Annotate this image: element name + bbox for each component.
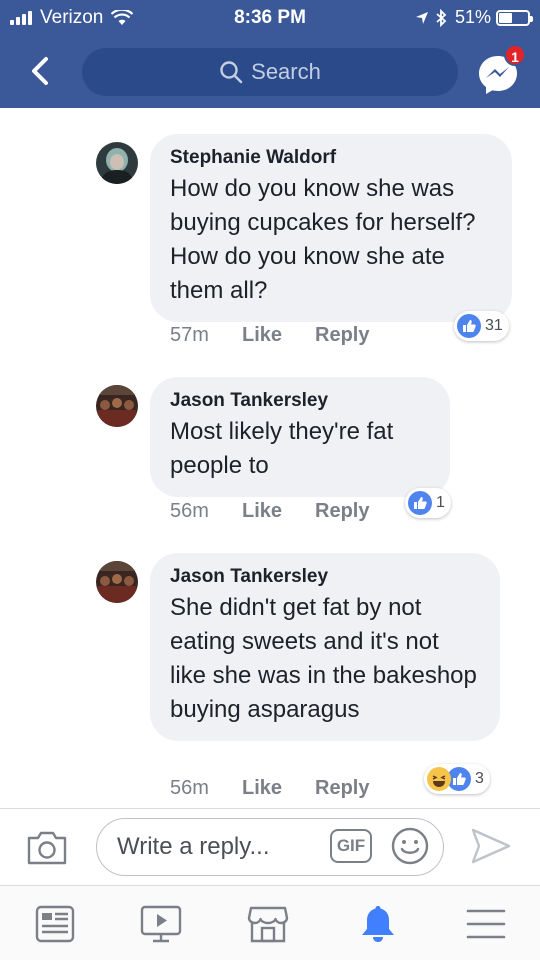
notifications-icon [362,906,394,942]
comment-author[interactable]: Stephanie Waldorf [170,146,490,170]
comment-text: Most likely they're fat people to [170,418,394,479]
top-bar: Verizon 8:36 PM 51% Search 1 [0,0,540,108]
reply-button[interactable]: Reply [315,777,369,800]
reaction-count: 3 [475,770,484,787]
divider [0,808,540,809]
menu-icon [466,909,506,939]
camera-icon[interactable] [26,830,68,866]
tab-marketplace[interactable] [246,904,290,944]
tab-video[interactable] [139,904,183,944]
status-bar: Verizon 8:36 PM 51% [0,0,540,36]
battery-icon [496,9,533,26]
comment-bubble: Jason Tankersley Most likely they're fat… [150,377,450,497]
messenger-badge: 1 [504,44,526,66]
news-feed-icon [35,905,75,943]
marketplace-icon [247,906,289,943]
comment-time[interactable]: 57m [170,324,242,347]
send-icon[interactable] [470,826,512,866]
comment-actions: 57m Like Reply [170,324,369,347]
gif-icon[interactable]: GIF [330,829,372,863]
avatar[interactable] [96,385,138,427]
comment-time[interactable]: 56m [170,500,242,523]
smiley-icon[interactable] [390,826,430,866]
comment-actions: 56m Like Reply [170,500,369,523]
reaction-count: 1 [436,494,445,511]
tab-news-feed[interactable] [33,904,77,944]
reply-button[interactable]: Reply [315,500,369,523]
comment-bubble: Jason Tankersley She didn't get fat by n… [150,553,500,741]
avatar[interactable] [96,142,138,184]
like-button[interactable]: Like [242,777,315,800]
search-icon [220,61,243,84]
reaction-count: 31 [485,317,503,334]
haha-reaction-icon [427,767,451,791]
comment-text: She didn't get fat by not eating sweets … [170,594,477,723]
back-arrow-icon[interactable] [26,56,56,86]
reply-button[interactable]: Reply [315,324,369,347]
comment-text: How do you know she was buying cupcakes … [170,175,476,304]
like-reaction-icon [457,314,481,338]
comment-author[interactable]: Jason Tankersley [170,389,428,413]
reaction-summary[interactable]: 1 [405,488,451,518]
video-icon [140,905,182,943]
like-button[interactable]: Like [242,500,315,523]
tab-menu[interactable] [464,904,508,944]
comment-actions: 56m Like Reply [170,777,369,800]
battery-percent: 51% [454,7,491,27]
comment-bubble: Stephanie Waldorf How do you know she wa… [150,134,512,322]
location-icon [415,11,428,24]
comment-time[interactable]: 56m [170,777,242,800]
bluetooth-icon [436,8,447,27]
search-bar[interactable]: Search [82,48,458,96]
comment-author[interactable]: Jason Tankersley [170,565,478,589]
tab-bar [0,885,540,960]
reaction-summary[interactable]: 3 [424,764,490,794]
reply-placeholder: Write a reply... [117,833,270,860]
like-reaction-icon [408,491,432,515]
like-button[interactable]: Like [242,324,315,347]
tab-notifications[interactable] [356,904,400,944]
avatar[interactable] [96,561,138,603]
reaction-summary[interactable]: 31 [454,311,509,341]
search-placeholder: Search [251,59,321,84]
